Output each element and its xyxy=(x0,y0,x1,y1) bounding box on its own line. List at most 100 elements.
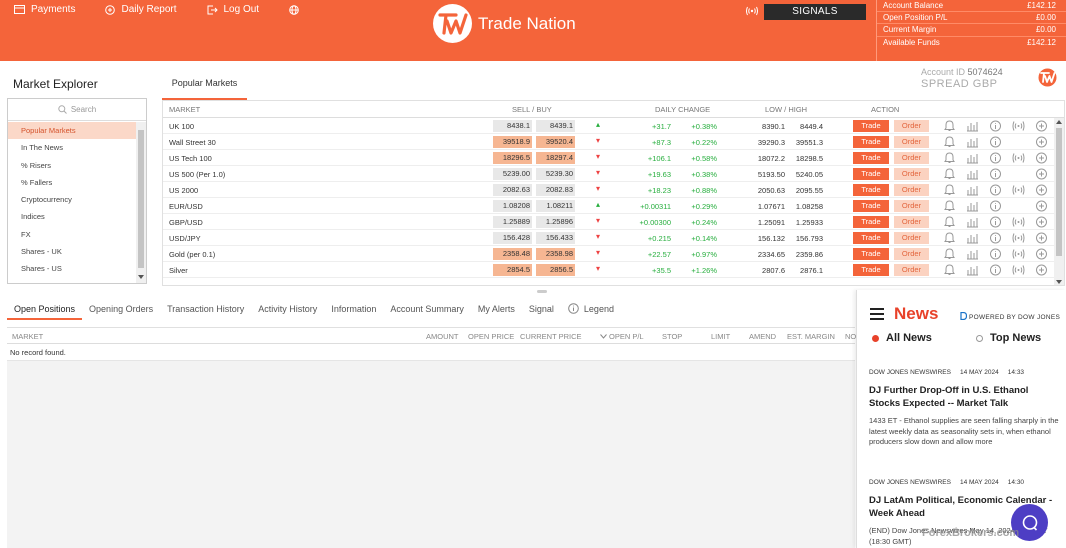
explorer-item[interactable]: Popular Markets xyxy=(8,122,136,140)
tab-signal[interactable]: Signal xyxy=(522,298,561,320)
add-icon[interactable] xyxy=(1035,152,1048,166)
chart-icon[interactable] xyxy=(966,232,979,246)
info-icon[interactable] xyxy=(989,120,1002,134)
chart-icon[interactable] xyxy=(966,152,979,166)
tab-legend[interactable]: Legend xyxy=(561,298,621,320)
add-icon[interactable] xyxy=(1035,248,1048,262)
scroll-down-icon[interactable] xyxy=(1056,280,1062,285)
trade-button[interactable]: Trade xyxy=(853,264,889,276)
sell-price[interactable]: 18296.5 xyxy=(493,152,532,164)
add-icon[interactable] xyxy=(1035,200,1048,214)
trade-button[interactable]: Trade xyxy=(853,120,889,132)
order-button[interactable]: Order xyxy=(894,248,929,260)
trade-button[interactable]: Trade xyxy=(853,200,889,212)
daily-report-link[interactable]: Daily Report xyxy=(105,4,177,15)
buy-price[interactable]: 18297.4 xyxy=(536,152,575,164)
bell-icon[interactable] xyxy=(943,152,956,166)
chart-icon[interactable] xyxy=(966,248,979,262)
buy-price[interactable]: 2856.5 xyxy=(536,264,575,276)
add-icon[interactable] xyxy=(1035,232,1048,246)
bell-icon[interactable] xyxy=(943,264,956,278)
info-icon[interactable] xyxy=(989,216,1002,230)
buy-price[interactable]: 2082.83 xyxy=(536,184,575,196)
scroll-thumb[interactable] xyxy=(138,130,144,268)
trade-button[interactable]: Trade xyxy=(853,152,889,164)
bell-icon[interactable] xyxy=(943,216,956,230)
sort-icon[interactable] xyxy=(600,332,607,341)
sell-price[interactable]: 156.428 xyxy=(493,232,532,244)
scroll-thumb[interactable] xyxy=(1056,128,1062,256)
info-icon[interactable] xyxy=(989,168,1002,182)
sell-price[interactable]: 1.25889 xyxy=(493,216,532,228)
table-row[interactable]: Gold (per 0.1) 2358.48 2358.98 ▾ +22.57 +0.97… xyxy=(163,246,1064,262)
tab-popular-markets[interactable]: Popular Markets xyxy=(162,70,247,100)
signal-icon[interactable] xyxy=(1012,248,1025,262)
chart-icon[interactable] xyxy=(966,120,979,134)
signal-icon[interactable] xyxy=(1012,120,1025,134)
payments-link[interactable]: Payments xyxy=(14,4,75,15)
buy-price[interactable]: 39520.4 xyxy=(536,136,575,148)
trade-button[interactable]: Trade xyxy=(853,168,889,180)
panel-resize-handle[interactable] xyxy=(537,290,547,293)
bell-icon[interactable] xyxy=(943,248,956,262)
info-icon[interactable] xyxy=(989,200,1002,214)
info-icon[interactable] xyxy=(989,152,1002,166)
trade-button[interactable]: Trade xyxy=(853,136,889,148)
explorer-item[interactable]: Indices xyxy=(8,208,136,225)
order-button[interactable]: Order xyxy=(894,264,929,276)
order-button[interactable]: Order xyxy=(894,200,929,212)
bell-icon[interactable] xyxy=(943,184,956,198)
sell-price[interactable]: 2854.5 xyxy=(493,264,532,276)
chart-icon[interactable] xyxy=(966,136,979,150)
tab-my-alerts[interactable]: My Alerts xyxy=(471,298,522,320)
sell-price[interactable]: 1.08208 xyxy=(493,200,532,212)
explorer-scrollbar[interactable] xyxy=(136,122,146,283)
trade-button[interactable]: Trade xyxy=(853,248,889,260)
tab-open-positions[interactable]: Open Positions xyxy=(7,298,83,320)
trade-button[interactable]: Trade xyxy=(853,232,889,244)
buy-price[interactable]: 8439.1 xyxy=(536,120,575,132)
search-input[interactable]: Search xyxy=(8,99,146,121)
signals-button[interactable]: SIGNALS xyxy=(764,4,866,20)
explorer-item[interactable]: Cryptocurrency xyxy=(8,191,136,208)
chart-icon[interactable] xyxy=(966,264,979,278)
table-row[interactable]: US 2000 2082.63 2082.83 ▾ +18.23 +0.88% 2050.6… xyxy=(163,182,1064,198)
filter-all-news[interactable]: All News xyxy=(872,332,932,344)
buy-price[interactable]: 156.433 xyxy=(536,232,575,244)
chart-icon[interactable] xyxy=(966,200,979,214)
info-icon[interactable] xyxy=(989,184,1002,198)
tab-account-summary[interactable]: Account Summary xyxy=(383,298,471,320)
chart-icon[interactable] xyxy=(966,168,979,182)
add-icon[interactable] xyxy=(1035,216,1048,230)
order-button[interactable]: Order xyxy=(894,168,929,180)
bell-icon[interactable] xyxy=(943,232,956,246)
table-row[interactable]: GBP/USD 1.25889 1.25896 ▾ +0.00300 +0.24% 1.25… xyxy=(163,214,1064,230)
scroll-up-icon[interactable] xyxy=(1056,120,1062,125)
info-icon[interactable] xyxy=(989,136,1002,150)
order-button[interactable]: Order xyxy=(894,136,929,148)
explorer-item[interactable]: FX xyxy=(8,226,136,243)
sell-price[interactable]: 2082.63 xyxy=(493,184,532,196)
explorer-item[interactable]: % Fallers xyxy=(8,174,136,191)
hamburger-menu-icon[interactable] xyxy=(870,308,884,320)
order-button[interactable]: Order xyxy=(894,232,929,244)
order-button[interactable]: Order xyxy=(894,152,929,164)
trade-button[interactable]: Trade xyxy=(853,184,889,196)
bell-icon[interactable] xyxy=(943,136,956,150)
table-row[interactable]: US Tech 100 18296.5 18297.4 ▾ +106.1 +0.58% 18… xyxy=(163,150,1064,166)
buy-price[interactable]: 5239.30 xyxy=(536,168,575,180)
chart-icon[interactable] xyxy=(966,216,979,230)
add-icon[interactable] xyxy=(1035,168,1048,182)
scroll-down-icon[interactable] xyxy=(138,275,144,280)
sell-price[interactable]: 5239.00 xyxy=(493,168,532,180)
buy-price[interactable]: 2358.98 xyxy=(536,248,575,260)
add-icon[interactable] xyxy=(1035,184,1048,198)
bell-icon[interactable] xyxy=(943,168,956,182)
sell-price[interactable]: 8438.1 xyxy=(493,120,532,132)
explorer-item[interactable]: In The News xyxy=(8,139,136,156)
tab-transaction-history[interactable]: Transaction History xyxy=(160,298,251,320)
signal-icon[interactable] xyxy=(1012,216,1025,230)
add-icon[interactable] xyxy=(1035,136,1048,150)
logout-link[interactable]: Log Out xyxy=(207,4,259,15)
signal-icon[interactable] xyxy=(1012,184,1025,198)
